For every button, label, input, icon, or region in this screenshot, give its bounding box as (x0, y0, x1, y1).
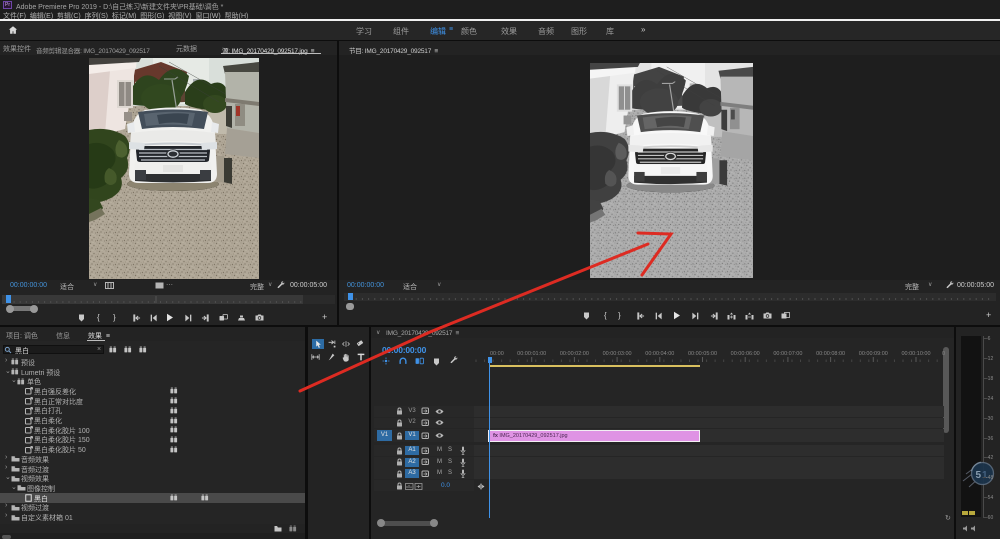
svg-text:00:00:07:00: 00:00:07:00 (773, 351, 802, 357)
svg-text:00:00:05:00: 00:00:05:00 (688, 351, 717, 357)
svg-text:00:00:06:00: 00:00:06:00 (731, 351, 760, 357)
svg-text:00:00:09:00: 00:00:09:00 (859, 351, 888, 357)
svg-text:00:00: 00:00 (490, 351, 504, 357)
svg-text:00:00:01:00: 00:00:01:00 (517, 351, 546, 357)
svg-text:0: 0 (942, 351, 945, 357)
svg-text:00:00:02:00: 00:00:02:00 (560, 351, 589, 357)
svg-text:00:00:10:00: 00:00:10:00 (901, 351, 930, 357)
svg-text:00:00:03:00: 00:00:03:00 (603, 351, 632, 357)
svg-text:00:00:08:00: 00:00:08:00 (816, 351, 845, 357)
svg-text:5: 5 (976, 470, 982, 481)
svg-text:00:00:04:00: 00:00:04:00 (645, 351, 674, 357)
